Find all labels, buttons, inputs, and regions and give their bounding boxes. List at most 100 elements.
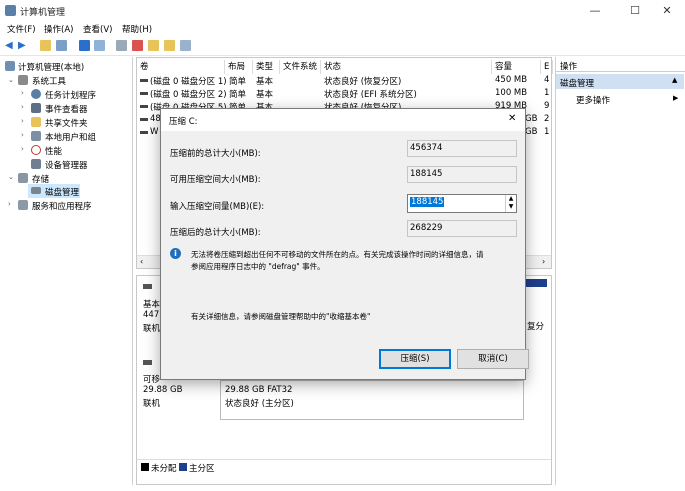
table-row[interactable]: (磁盘 0 磁盘分区 1) 简单 基本 状态良好 (恢复分区) 450 MB 4 (137, 74, 551, 87)
expand-arrow-icon[interactable]: › (21, 117, 24, 125)
column-header-filesystem[interactable]: 文件系统 (280, 60, 321, 74)
tree-services[interactable]: 服务和应用程序 (32, 200, 92, 212)
disk-icon (143, 284, 152, 289)
column-header-volume[interactable]: 卷 (137, 60, 225, 74)
close-button[interactable]: ✕ (652, 2, 682, 20)
tree-performance[interactable]: 性能 (45, 145, 62, 157)
actions-section-label: 磁盘管理 (560, 79, 595, 89)
row-volume: (磁盘 0 磁盘分区 2) (150, 90, 227, 100)
connect-icon[interactable] (116, 40, 127, 51)
cancel-button[interactable]: 取消(C) (457, 349, 529, 369)
actions-pane: 操作 磁盘管理 ▲ 更多操作 ▶ (555, 57, 685, 485)
forward-icon[interactable]: ▶ (18, 40, 29, 51)
disk-0-type: 基本 (143, 300, 161, 310)
row-free: 2 (544, 114, 550, 124)
tree-shared-folders[interactable]: 共享文件夹 (45, 117, 88, 129)
collapse-arrow-icon[interactable]: ⌄ (8, 173, 14, 181)
help-detail-text: 有关详细信息，请参阅磁盘管理帮助中的"收缩基本卷" (191, 312, 371, 321)
expand-arrow-icon[interactable]: › (21, 89, 24, 97)
tree-root[interactable]: 计算机管理(本地) (18, 61, 84, 73)
tree-task-scheduler[interactable]: 任务计划程序 (45, 89, 96, 101)
partition-status: 状态良好 (主分区) (225, 399, 294, 409)
up-folder-icon[interactable] (40, 40, 51, 51)
info-message-cont: 参阅应用程序日志中的 "defrag" 事件。 (191, 262, 325, 271)
expand-arrow-icon[interactable]: › (21, 145, 24, 153)
value-available: 188145 (407, 166, 517, 183)
menu-action[interactable]: 操作(A) (44, 23, 73, 35)
disk-0-info[interactable]: 基本 447. 联机 (140, 280, 162, 340)
services-icon (18, 200, 28, 210)
column-header-layout[interactable]: 布局 (225, 60, 253, 74)
spin-up-icon[interactable]: ▲ (505, 195, 516, 203)
search-icon[interactable] (164, 40, 175, 51)
row-free: 1 (544, 88, 550, 98)
tree-disk-management[interactable]: 磁盘管理 (45, 186, 79, 198)
check-icon[interactable] (132, 40, 143, 51)
shrink-amount-spinner[interactable]: 188145 ▲ ▼ (407, 194, 517, 213)
row-free: 9 (544, 101, 550, 111)
disk-0-partition-label[interactable]: 复分 (527, 320, 544, 332)
label-total-after: 压缩后的总计大小(MB): (170, 228, 261, 238)
disk-icon (31, 187, 41, 194)
menu-file[interactable]: 文件(F) (7, 23, 36, 35)
open-icon[interactable] (148, 40, 159, 51)
tree-system-tools[interactable]: 系统工具 (32, 75, 66, 87)
column-header-capacity[interactable]: 容量 (492, 60, 541, 74)
minimize-button[interactable]: — (580, 2, 610, 20)
window-title: 计算机管理 (20, 8, 66, 18)
show-tree-icon[interactable] (56, 40, 67, 51)
event-viewer-icon (31, 103, 41, 113)
actions-title: 操作 (560, 62, 578, 72)
dialog-title: 压缩 C: (169, 117, 198, 127)
collapse-up-icon[interactable]: ▲ (672, 76, 677, 84)
expand-arrow-icon[interactable]: › (8, 200, 11, 208)
tree-local-users[interactable]: 本地用户和组 (45, 131, 96, 143)
collapse-arrow-icon[interactable]: ⌄ (8, 76, 14, 84)
dialog-close-button[interactable]: ✕ (508, 113, 516, 124)
volume-icon (140, 105, 148, 108)
column-header-type[interactable]: 类型 (253, 60, 280, 74)
spin-down-icon[interactable]: ▼ (505, 203, 516, 212)
legend-primary-swatch (179, 463, 187, 471)
volume-icon (140, 92, 148, 95)
disk-0-state: 联机 (143, 324, 161, 334)
column-header-status[interactable]: 状态 (321, 60, 492, 74)
shrink-button[interactable]: 压缩(S) (379, 349, 451, 369)
table-row[interactable]: (磁盘 0 磁盘分区 2) 简单 基本 状态良好 (EFI 系统分区) 100 … (137, 87, 551, 100)
tree-event-viewer[interactable]: 事件查看器 (45, 103, 88, 115)
shrink-dialog: 压缩 C: ✕ 压缩前的总计大小(MB): 456374 可用压缩空间大小(MB… (160, 108, 529, 380)
menu-help[interactable]: 帮助(H) (122, 23, 152, 35)
more-actions[interactable]: 更多操作 (576, 94, 610, 106)
properties-icon[interactable] (94, 40, 105, 51)
menu-view[interactable]: 查看(V) (83, 23, 112, 35)
legend-primary: 主分区 (189, 464, 215, 474)
value-total-before: 456374 (407, 140, 517, 157)
back-icon[interactable]: ◀ (5, 40, 16, 51)
app-icon (5, 5, 16, 16)
expand-arrow-icon[interactable]: › (21, 131, 24, 139)
scroll-left-icon[interactable]: ‹ (140, 257, 143, 266)
expand-arrow-icon[interactable]: › (21, 103, 24, 111)
label-shrink-amount: 输入压缩空间量(MB)(E): (170, 202, 265, 212)
computer-icon (5, 61, 15, 71)
row-layout: 简单 (229, 77, 247, 87)
actions-section[interactable]: 磁盘管理 ▲ (556, 74, 684, 89)
users-icon (31, 131, 41, 141)
actions-header: 操作 (556, 57, 685, 72)
shrink-amount-input[interactable]: 188145 (410, 197, 445, 207)
maximize-button[interactable]: ☐ (620, 2, 650, 20)
scroll-right-icon[interactable]: › (542, 257, 545, 266)
disk-1-size: 29.88 GB (143, 385, 183, 395)
volume-icon (140, 79, 148, 82)
row-layout: 简单 (229, 90, 247, 100)
row-capacity: GB (525, 127, 538, 137)
column-header-free[interactable]: E (541, 60, 553, 74)
row-volume: W (150, 127, 159, 137)
disk-1-partition[interactable]: 29.88 GB FAT32 状态良好 (主分区) (220, 380, 524, 420)
tools-icon (18, 75, 28, 85)
view-icon[interactable] (180, 40, 191, 51)
value-total-after: 268229 (407, 220, 517, 237)
disk-1-type: 可移 (143, 375, 161, 385)
tree-device-manager[interactable]: 设备管理器 (45, 159, 88, 171)
help-icon[interactable] (79, 40, 90, 51)
